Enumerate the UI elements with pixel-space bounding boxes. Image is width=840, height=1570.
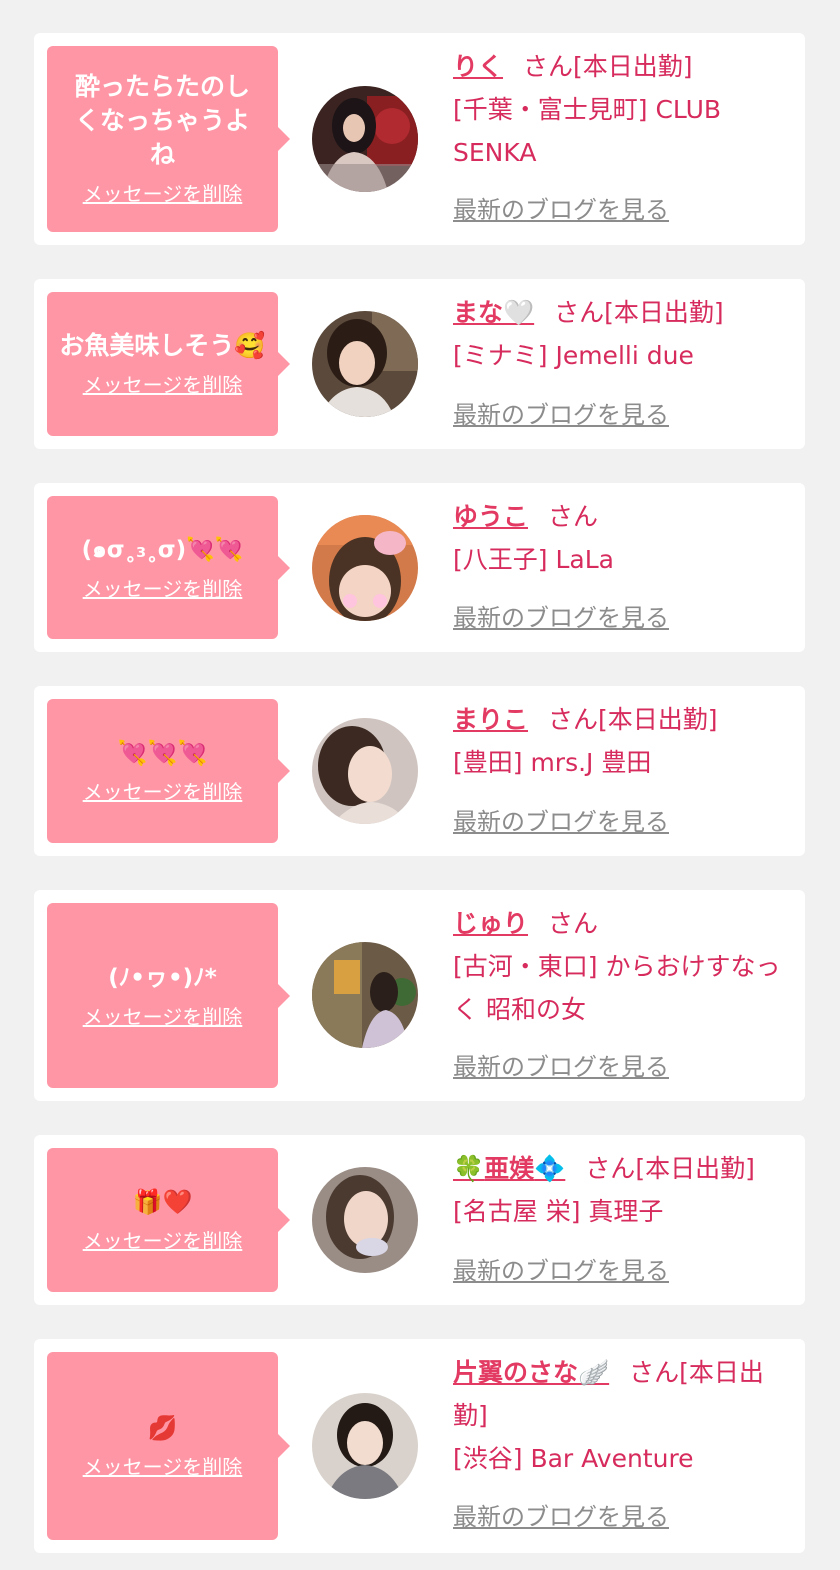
san-suffix: さん: [523, 52, 574, 81]
message-text: 🎁❤️: [132, 1188, 193, 1216]
status-badge: [本日出勤]: [598, 705, 718, 734]
avatar[interactable]: [312, 86, 418, 192]
profile-info: 🍀亜媄💠 さん[本日出勤] [名古屋 栄] 真理子: [453, 1147, 793, 1233]
shop-label: [古河・東口] からおけすなっく 昭和の女: [453, 952, 781, 1024]
cast-name-link[interactable]: りく: [453, 52, 503, 81]
profile-info: まな🤍 さん[本日出勤] [ミナミ] Jemelli due: [453, 291, 793, 377]
profile-info: りく さん[本日出勤] [千葉・富士見町] CLUB SENKA: [453, 45, 793, 174]
delete-message-link[interactable]: メッセージを削除: [83, 778, 243, 806]
message-card: (ﾉ•ヮ•)ﾉ* メッセージを削除 じゅり さん [古河・東口] からおけすなっく…: [34, 890, 805, 1101]
woman-photo-icon: [312, 86, 418, 192]
shop-label: [ミナミ] Jemelli due: [453, 341, 694, 370]
delete-message-link[interactable]: メッセージを削除: [83, 1227, 243, 1255]
cast-name-link[interactable]: 片翼のさな🪽: [453, 1358, 609, 1387]
avatar[interactable]: [312, 718, 418, 824]
san-suffix: さん: [629, 1358, 680, 1387]
shop-label: [千葉・富士見町] CLUB SENKA: [453, 95, 722, 167]
avatar[interactable]: [312, 1167, 418, 1273]
san-suffix: さん: [548, 909, 599, 938]
cast-name-text: 亜媄: [484, 1154, 535, 1183]
shop-label: [八王子] LaLa: [453, 545, 614, 574]
woman-photo-icon: [312, 1393, 418, 1499]
message-text: 酔ったらたのしくなっちゃうよね: [74, 72, 250, 169]
latest-blog-link[interactable]: 最新のブログを見る: [453, 1256, 669, 1286]
profile-info: じゅり さん [古河・東口] からおけすなっく 昭和の女: [453, 902, 793, 1031]
shop-label: [豊田] mrs.J 豊田: [453, 748, 652, 777]
woman-photo-icon: [312, 942, 418, 1048]
latest-blog-link[interactable]: 最新のブログを見る: [453, 195, 669, 225]
message-bubble: (ﾉ•ヮ•)ﾉ* メッセージを削除: [47, 903, 290, 1088]
profile-info: ゆうこ さん [八王子] LaLa: [453, 495, 793, 581]
woman-photo-icon: [312, 1167, 418, 1273]
message-text: (๑σ˳₃˳σ)💘💘: [81, 536, 244, 563]
profile-info: まりこ さん[本日出勤] [豊田] mrs.J 豊田: [453, 698, 793, 784]
avatar[interactable]: [312, 1393, 418, 1499]
avatar[interactable]: [312, 515, 418, 621]
woman-photo-icon: [312, 718, 418, 824]
cast-name-link[interactable]: 🍀亜媄💠: [453, 1154, 565, 1183]
profile-info: 片翼のさな🪽 さん[本日出勤] [渋谷] Bar Aventure: [453, 1351, 793, 1480]
delete-message-link[interactable]: メッセージを削除: [83, 180, 243, 208]
message-bubble: (๑σ˳₃˳σ)💘💘 メッセージを削除: [47, 496, 290, 639]
avatar[interactable]: [312, 311, 418, 417]
latest-blog-link[interactable]: 最新のブログを見る: [453, 807, 669, 837]
delete-message-link[interactable]: メッセージを削除: [83, 575, 243, 603]
san-suffix: さん: [548, 502, 599, 531]
delete-message-link[interactable]: メッセージを削除: [83, 1003, 243, 1031]
latest-blog-link[interactable]: 最新のブログを見る: [453, 1502, 669, 1532]
san-suffix: さん: [585, 1154, 636, 1183]
message-bubble: 🎁❤️ メッセージを削除: [47, 1148, 290, 1292]
delete-message-link[interactable]: メッセージを削除: [83, 1453, 243, 1481]
message-text: (ﾉ•ヮ•)ﾉ*: [108, 964, 217, 991]
san-suffix: さん: [548, 705, 599, 734]
message-card: (๑σ˳₃˳σ)💘💘 メッセージを削除 ゆうこ さん [八王子] LaLa 最新の…: [34, 483, 805, 652]
cast-name-link[interactable]: まな🤍: [453, 298, 534, 327]
message-text: 💋: [147, 1414, 178, 1442]
san-suffix: さん: [554, 298, 605, 327]
message-card: 🎁❤️ メッセージを削除 🍀亜媄💠 さん[本日出勤] [名古屋 栄] 真理子 最新…: [34, 1135, 805, 1305]
status-badge: [本日出勤]: [604, 298, 724, 327]
cast-name-link[interactable]: まりこ: [453, 705, 528, 734]
message-card: 酔ったらたのしくなっちゃうよね メッセージを削除 りく さん[本日出勤] [千葉・…: [34, 33, 805, 245]
shop-label: [渋谷] Bar Aventure: [453, 1444, 694, 1473]
message-text: 💘💘💘: [117, 739, 208, 767]
status-badge: [本日出勤]: [635, 1154, 755, 1183]
cast-name-link[interactable]: じゅり: [453, 909, 528, 938]
message-bubble: 💘💘💘 メッセージを削除: [47, 699, 290, 843]
message-card: お魚美味しそう🥰 メッセージを削除 まな🤍 さん[本日出勤] [ミナミ] Jeme…: [34, 279, 805, 449]
flower-icon: 💠: [534, 1154, 566, 1183]
delete-message-link[interactable]: メッセージを削除: [83, 371, 243, 399]
message-card: 💘💘💘 メッセージを削除 まりこ さん[本日出勤] [豊田] mrs.J 豊田 最…: [34, 686, 805, 856]
clover-icon: 🍀: [453, 1154, 485, 1183]
latest-blog-link[interactable]: 最新のブログを見る: [453, 603, 669, 633]
shop-label: [名古屋 栄] 真理子: [453, 1197, 664, 1226]
latest-blog-link[interactable]: 最新のブログを見る: [453, 1052, 669, 1082]
woman-photo-icon: [312, 311, 418, 417]
message-bubble: お魚美味しそう🥰 メッセージを削除: [47, 292, 290, 436]
latest-blog-link[interactable]: 最新のブログを見る: [453, 400, 669, 430]
status-badge: [本日出勤]: [573, 52, 693, 81]
cast-name-link[interactable]: ゆうこ: [453, 502, 528, 531]
message-text: お魚美味しそう🥰: [59, 331, 266, 360]
message-bubble: 💋 メッセージを削除: [47, 1352, 290, 1540]
woman-photo-icon: [312, 515, 418, 621]
avatar[interactable]: [312, 942, 418, 1048]
message-card: 💋 メッセージを削除 片翼のさな🪽 さん[本日出勤] [渋谷] Bar Avent…: [34, 1339, 805, 1553]
message-bubble: 酔ったらたのしくなっちゃうよね メッセージを削除: [47, 46, 290, 232]
